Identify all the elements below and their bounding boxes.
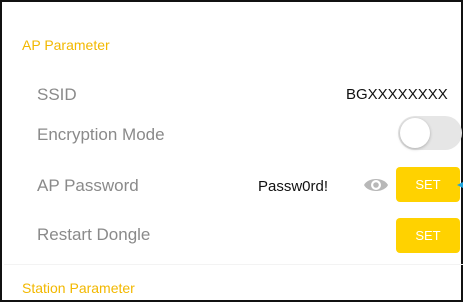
toggle-knob bbox=[400, 118, 430, 148]
restart-dongle-label: Restart Dongle bbox=[37, 225, 151, 244]
ap-password-set-button[interactable]: SET bbox=[396, 167, 460, 202]
ap-parameter-header: AP Parameter bbox=[22, 37, 110, 53]
ap-password-value: Passw0rd! bbox=[258, 178, 329, 195]
restart-dongle-set-button[interactable]: SET bbox=[396, 218, 460, 253]
arrow-left-icon bbox=[457, 182, 463, 188]
ssid-label: SSID bbox=[37, 85, 77, 104]
ssid-value: BGXXXXXXXX bbox=[346, 86, 448, 103]
eye-icon[interactable] bbox=[363, 173, 389, 197]
encryption-mode-toggle[interactable] bbox=[398, 116, 462, 150]
section-divider bbox=[4, 264, 463, 265]
station-parameter-header: Station Parameter bbox=[22, 280, 135, 296]
encryption-mode-label: Encryption Mode bbox=[37, 125, 165, 144]
ap-password-label: AP Password bbox=[37, 176, 139, 195]
settings-panel: AP Parameter SSID BGXXXXXXXX Encryption … bbox=[0, 0, 463, 302]
